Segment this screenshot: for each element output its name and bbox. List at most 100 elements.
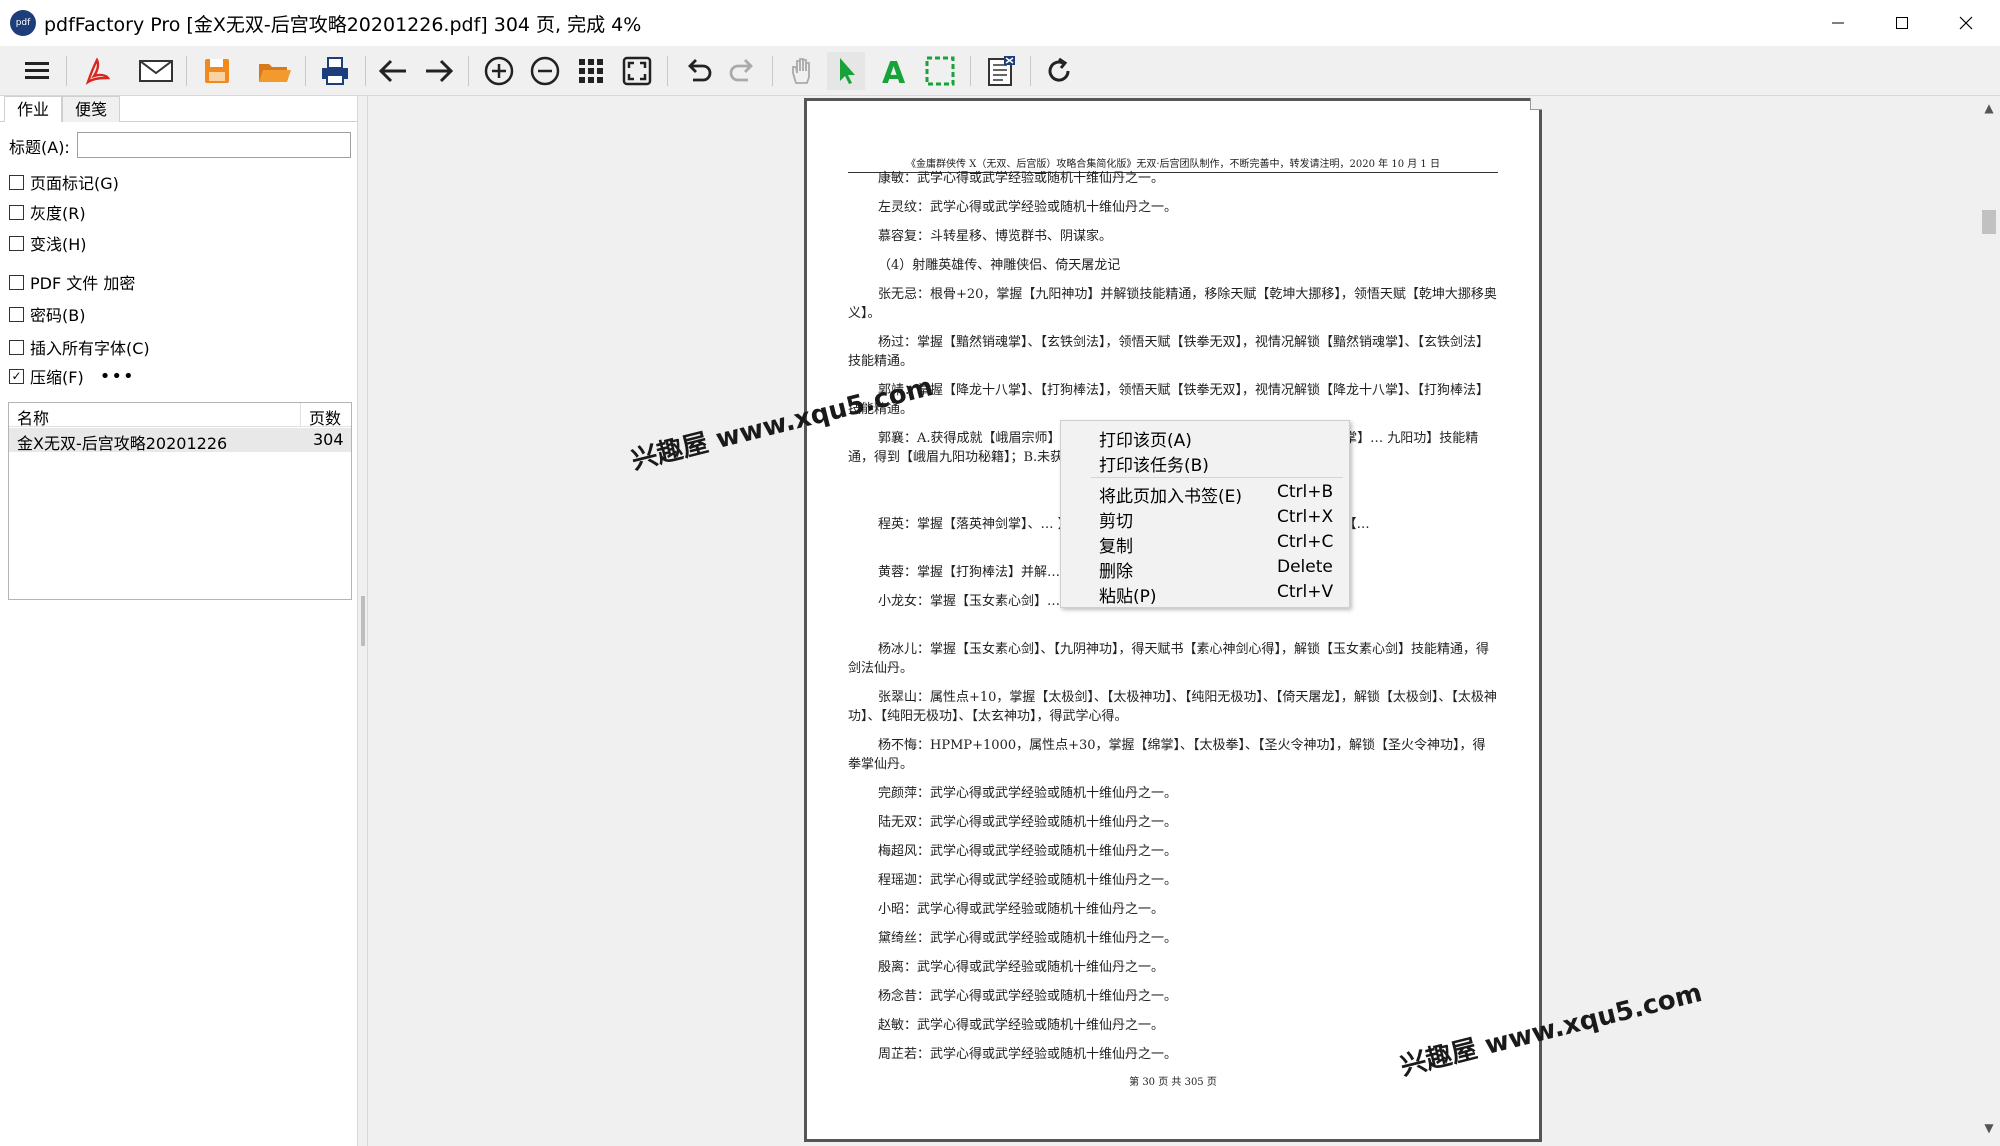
close-button[interactable]: [1934, 0, 1998, 46]
marquee-select-icon: [925, 56, 955, 86]
page-footer: 第 30 页 共 305 页: [1129, 1077, 1217, 1088]
doc-paragraph: 赵敏：武学心得或武学经验或随机十维仙丹之一。: [878, 1018, 1165, 1033]
column-header-name[interactable]: 名称: [17, 405, 49, 429]
title-bar: pdf pdfFactory Pro [金X无双-后宫攻略20201226.pd…: [0, 0, 2000, 46]
tab-job[interactable]: 作业: [4, 96, 63, 122]
lighten-checkbox[interactable]: 变浅(H): [9, 233, 87, 254]
zoom-in-button[interactable]: [480, 52, 518, 90]
marquee-select-button[interactable]: [921, 52, 959, 90]
menu-item-delete[interactable]: 删除 Delete: [1061, 556, 1349, 582]
menu-item-cut[interactable]: 剪切 Ctrl+X: [1061, 506, 1349, 532]
doc-paragraph: 康敏：武学心得或武学经验或随机十维仙丹之一。: [878, 171, 1165, 186]
column-header-pages[interactable]: 页数: [309, 405, 341, 429]
panel-tabs: 作业 便笺: [4, 96, 121, 122]
maximize-button[interactable]: [1870, 0, 1934, 46]
toolbar: A: [0, 46, 2000, 96]
forward-button[interactable]: [420, 52, 458, 90]
open-folder-button[interactable]: [256, 52, 294, 90]
print-button[interactable]: [316, 52, 354, 90]
scroll-down-icon[interactable]: ▼: [1978, 1118, 2000, 1138]
checkmark-icon: ✓: [9, 368, 24, 384]
undo-button[interactable]: [679, 52, 717, 90]
panel-splitter[interactable]: [358, 96, 368, 1146]
menu-item-paste[interactable]: 粘贴(P) Ctrl+V: [1061, 581, 1349, 607]
doc-paragraph: 小昭：武学心得或武学经验或随机十维仙丹之一。: [878, 902, 1165, 917]
email-icon: [139, 60, 173, 82]
window-title: pdfFactory Pro [金X无双-后宫攻略20201226.pdf] 3…: [44, 13, 642, 36]
menu-item-add-bookmark[interactable]: 将此页加入书签(E) Ctrl+B: [1061, 481, 1349, 507]
zoom-out-icon: [530, 56, 560, 86]
undo-icon: [688, 59, 712, 82]
doc-paragraph: 张无忌：根骨+20，掌握【九阳神功】并解锁技能精通，移除天赋【乾坤大挪移】，领悟…: [848, 287, 1497, 321]
file-page-count: 304: [313, 430, 344, 449]
minimize-button[interactable]: [1806, 0, 1870, 46]
scroll-up-icon[interactable]: ▲: [1978, 98, 2000, 118]
text-tool-button[interactable]: A: [875, 52, 913, 90]
checkbox-icon: [9, 339, 24, 355]
pdf-encrypt-checkbox[interactable]: PDF 文件 加密: [9, 272, 135, 293]
page-edit-icon: [988, 56, 1015, 86]
fit-page-icon: [622, 56, 652, 86]
page-corner-fold: [1530, 98, 1542, 110]
hand-tool-button[interactable]: [783, 52, 821, 90]
title-field[interactable]: [77, 132, 351, 158]
pdf-button[interactable]: [78, 52, 116, 90]
forward-arrow-icon: [426, 59, 454, 83]
redo-button[interactable]: [724, 52, 762, 90]
close-icon: [1959, 16, 1973, 30]
menu-separator: [1091, 477, 1343, 478]
doc-paragraph: 慕容复：斗转星移、博览群书、阴谋家。: [878, 229, 1113, 244]
file-list-row[interactable]: 金X无双-后宫攻略20201226 304: [9, 428, 351, 453]
refresh-button[interactable]: [1040, 52, 1078, 90]
file-name: 金X无双-后宫攻略20201226: [17, 434, 228, 453]
file-list-header: 名称 页数: [9, 403, 351, 429]
page-mark-checkbox[interactable]: 页面标记(G): [9, 172, 119, 193]
embed-fonts-checkbox[interactable]: 插入所有字体(C): [9, 337, 150, 358]
compress-checkbox[interactable]: ✓ 压缩(F) •••: [9, 366, 135, 387]
doc-paragraph: 郭靖：掌握【降龙十八掌】、【打狗棒法】，领悟天赋【铁拳无双】，视情况解锁【降龙十…: [848, 383, 1490, 417]
checkbox-icon: [9, 235, 24, 251]
select-tool-button[interactable]: [827, 52, 865, 90]
scroll-thumb[interactable]: [1982, 210, 1996, 234]
checkbox-icon: [9, 204, 24, 220]
print-icon: [322, 57, 348, 85]
vertical-scrollbar[interactable]: ▲ ▼: [1978, 96, 2000, 1146]
email-button[interactable]: [137, 52, 175, 90]
doc-paragraph: 黛绮丝：武学心得或武学经验或随机十维仙丹之一。: [878, 931, 1178, 946]
doc-paragraph: （4）射雕英雄传、神雕侠侣、倚天屠龙记: [878, 258, 1121, 273]
save-button[interactable]: [198, 52, 236, 90]
menu-button[interactable]: [18, 52, 56, 90]
svg-text:A: A: [882, 56, 906, 87]
zoom-in-icon: [484, 56, 514, 86]
password-checkbox[interactable]: 密码(B): [9, 304, 85, 325]
title-field-label: 标题(A):: [9, 138, 70, 157]
refresh-icon: [1048, 57, 1070, 82]
compress-options-button[interactable]: •••: [100, 366, 135, 387]
tab-notes[interactable]: 便笺: [62, 96, 121, 122]
open-folder-icon: [259, 64, 291, 82]
zoom-out-button[interactable]: [526, 52, 564, 90]
back-arrow-icon: [378, 59, 406, 83]
collapse-handle[interactable]: [361, 596, 365, 646]
doc-paragraph: 杨念昔：武学心得或武学经验或随机十维仙丹之一。: [878, 989, 1178, 1004]
grayscale-checkbox[interactable]: 灰度(R): [9, 202, 86, 223]
grid-view-icon: [579, 59, 603, 83]
checkbox-icon: [9, 274, 24, 290]
pdffactory-app-icon: pdf: [10, 10, 36, 36]
back-button[interactable]: [374, 52, 412, 90]
doc-paragraph: 梅超风：武学心得或武学经验或随机十维仙丹之一。: [878, 844, 1178, 859]
menu-item-print-page[interactable]: 打印该页(A): [1061, 425, 1349, 451]
text-tool-icon: A: [882, 56, 906, 87]
doc-paragraph: 张翠山：属性点+10，掌握【太极剑】、【太极神功】、【纯阳无极功】、【倚天屠龙】…: [848, 690, 1497, 724]
fit-page-button[interactable]: [618, 52, 656, 90]
doc-paragraph: 杨过：掌握【黯然销魂掌】、【玄铁剑法】，领悟天赋【铁拳无双】，视情况解锁【黯然销…: [848, 335, 1490, 369]
page-edit-button[interactable]: [982, 52, 1020, 90]
grid-view-button[interactable]: [572, 52, 610, 90]
doc-paragraph: 殷离：武学心得或武学经验或随机十维仙丹之一。: [878, 960, 1165, 975]
menu-item-copy[interactable]: 复制 Ctrl+C: [1061, 531, 1349, 557]
left-panel: 作业 便笺 标题(A): 页面标记(G) 灰度(R) 变浅(H) PDF 文件 …: [0, 96, 358, 1146]
menu-item-print-job[interactable]: 打印该任务(B): [1061, 450, 1349, 476]
doc-paragraph: 左灵纹：武学心得或武学经验或随机十维仙丹之一。: [878, 200, 1178, 215]
pdf-page[interactable]: 《金庸群侠传 X（无双、后宫版）攻略合集简化版》无双·后宫团队制作，不断完善中，…: [804, 98, 1542, 1142]
document-view[interactable]: 《金庸群侠传 X（无双、后宫版）攻略合集简化版》无双·后宫团队制作，不断完善中，…: [368, 96, 1978, 1146]
